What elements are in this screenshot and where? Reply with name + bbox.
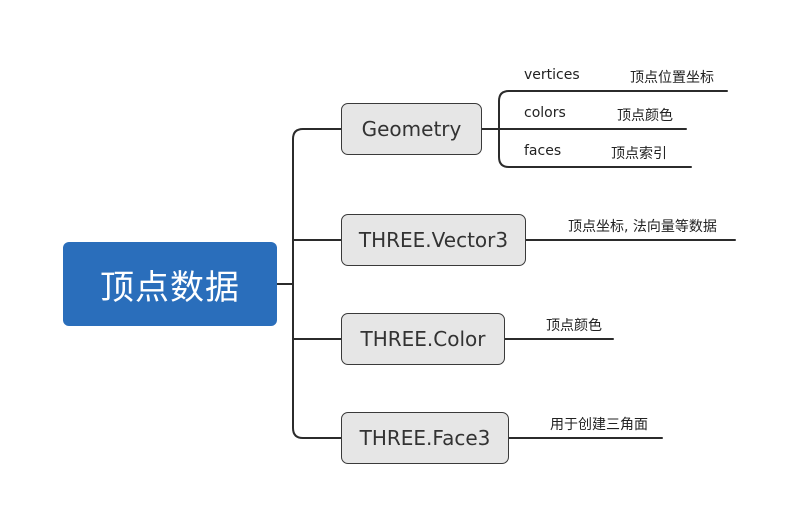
branch-geometry-label: Geometry bbox=[361, 117, 462, 141]
branch-color[interactable]: THREE.Color bbox=[341, 313, 505, 365]
geometry-child-faces-desc[interactable]: 顶点索引 bbox=[611, 143, 667, 163]
face3-note[interactable]: 用于创建三角面 bbox=[550, 414, 648, 434]
branch-geometry[interactable]: Geometry bbox=[341, 103, 482, 155]
color-note[interactable]: 顶点颜色 bbox=[546, 315, 602, 335]
branch-face3-label: THREE.Face3 bbox=[359, 426, 491, 450]
branch-face3[interactable]: THREE.Face3 bbox=[341, 412, 509, 464]
vector3-note[interactable]: 顶点坐标, 法向量等数据 bbox=[568, 216, 717, 236]
branch-vector3-label: THREE.Vector3 bbox=[358, 228, 509, 252]
root-topic-label: 顶点数据 bbox=[100, 267, 240, 308]
geometry-child-colors-desc[interactable]: 顶点颜色 bbox=[617, 105, 673, 125]
root-topic[interactable]: 顶点数据 bbox=[63, 242, 277, 326]
geometry-child-vertices[interactable]: vertices bbox=[524, 67, 580, 83]
geometry-child-faces[interactable]: faces bbox=[524, 143, 561, 159]
trunk-line bbox=[292, 128, 342, 439]
branch-color-label: THREE.Color bbox=[360, 327, 486, 351]
branch-vector3[interactable]: THREE.Vector3 bbox=[341, 214, 526, 266]
geometry-child-vertices-desc[interactable]: 顶点位置坐标 bbox=[630, 67, 714, 87]
geometry-child-colors[interactable]: colors bbox=[524, 105, 566, 121]
